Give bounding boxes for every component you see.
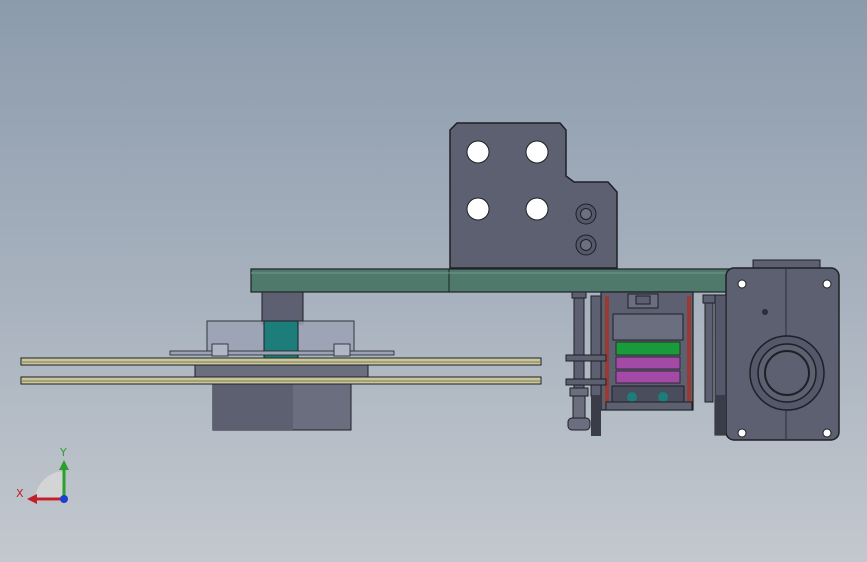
guide-rail-lower <box>20 376 542 385</box>
threaded-rod <box>714 294 727 436</box>
cad-viewport[interactable]: Y X <box>0 0 867 562</box>
motor-mount-hole <box>822 279 832 289</box>
threaded-rod <box>702 294 716 403</box>
guide-collar <box>565 354 607 362</box>
bracket-hole <box>525 140 549 164</box>
y-axis-label: Y <box>59 446 67 459</box>
motor-mount-hole <box>737 279 747 289</box>
magenta-band <box>615 356 681 370</box>
mounting-bracket[interactable] <box>449 122 618 269</box>
coordinate-triad: Y X <box>16 446 69 504</box>
stepper-motor[interactable] <box>725 259 840 441</box>
bracket-hole <box>525 197 549 221</box>
guide-collar <box>565 378 607 386</box>
guide-rail-upper <box>20 357 542 366</box>
magenta-band <box>615 370 681 384</box>
x-axis-label: X <box>16 487 24 500</box>
motor-shaft-boss <box>749 335 825 411</box>
bracket-hole <box>466 140 490 164</box>
motor-mount-hole <box>737 428 747 438</box>
guide-post <box>590 295 602 436</box>
z-axis-dot <box>60 495 68 503</box>
bracket-hole <box>466 197 490 221</box>
bracket-screw <box>575 203 597 225</box>
motor-mount-hole <box>822 428 832 438</box>
linear-carriage[interactable] <box>600 291 694 411</box>
base-plate[interactable] <box>250 268 730 293</box>
green-band <box>615 341 681 356</box>
bracket-screw <box>575 234 597 256</box>
